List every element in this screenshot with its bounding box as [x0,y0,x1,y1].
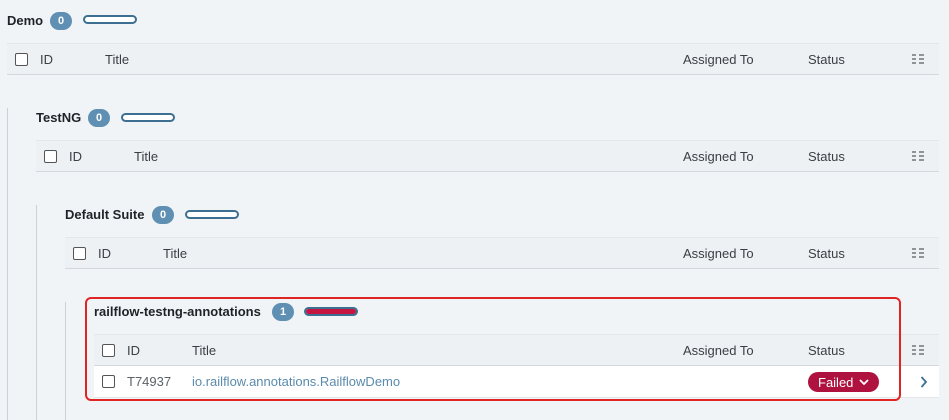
column-header-assigned-to[interactable]: Assigned To [683,246,754,261]
section-progress-bar [83,15,137,24]
section-title[interactable]: Demo [7,13,43,28]
column-header-status[interactable]: Status [808,52,845,67]
section-count-badge: 0 [152,206,174,224]
section-progress-bar [121,113,175,122]
section-progress-bar [185,210,239,219]
column-header-id[interactable]: ID [98,246,111,261]
section-title[interactable]: Default Suite [65,207,144,222]
column-header-title[interactable]: Title [134,149,158,164]
columns-icon[interactable] [912,53,924,65]
select-all-checkbox[interactable] [44,150,57,163]
select-all-checkbox[interactable] [73,247,86,260]
column-header-id[interactable]: ID [40,52,53,67]
column-header-title[interactable]: Title [105,52,129,67]
section-demo: Demo 0 ID Title Assigned To Status [0,0,949,80]
highlight-box [85,297,901,401]
select-all-checkbox[interactable] [15,53,28,66]
section-count-badge: 0 [88,109,110,127]
column-header-assigned-to[interactable]: Assigned To [683,52,754,67]
table-header: ID Title Assigned To Status [7,43,939,75]
columns-icon[interactable] [912,247,924,259]
section-count-badge: 0 [50,12,72,30]
section-testng: TestNG 0 ID Title Assigned To Status [0,100,949,180]
columns-icon[interactable] [912,344,924,356]
column-header-title[interactable]: Title [163,246,187,261]
column-header-status[interactable]: Status [808,149,845,164]
column-header-assigned-to[interactable]: Assigned To [683,149,754,164]
column-header-id[interactable]: ID [69,149,82,164]
table-header: ID Title Assigned To Status [65,237,939,269]
section-default-suite: Default Suite 0 ID Title Assigned To Sta… [0,197,949,277]
column-header-status[interactable]: Status [808,246,845,261]
chevron-right-icon[interactable] [920,376,928,388]
table-header: ID Title Assigned To Status [36,140,939,172]
columns-icon[interactable] [912,150,924,162]
section-title[interactable]: TestNG [36,110,81,125]
